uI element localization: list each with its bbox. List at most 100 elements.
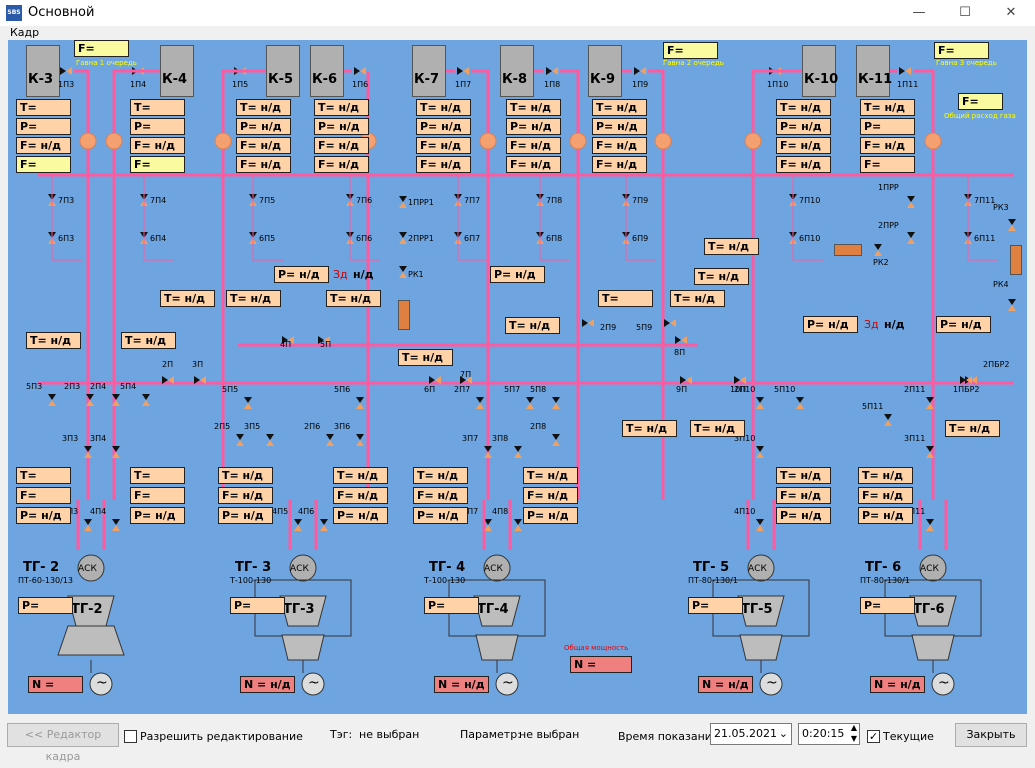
valve-icon[interactable] — [756, 397, 764, 409]
valve-icon[interactable] — [60, 67, 72, 75]
valve-icon[interactable] — [552, 434, 560, 446]
param-box[interactable]: F= н/д — [236, 137, 291, 154]
turbine-param-box[interactable]: F= н/д — [523, 487, 578, 504]
date-picker[interactable]: 21.05.2021 ⌄ — [710, 723, 792, 745]
turbine-param-box[interactable]: F= н/д — [413, 487, 468, 504]
turbine-param-box[interactable]: T= — [130, 467, 185, 484]
header-param-box[interactable]: T= н/д — [121, 332, 176, 349]
header-param-box[interactable]: T= н/д — [398, 349, 453, 366]
valve-icon[interactable] — [354, 67, 366, 75]
turbine-param-box[interactable]: F= н/д — [776, 487, 831, 504]
actuator-rk2[interactable] — [834, 244, 862, 256]
header-param-box[interactable]: T= н/д — [704, 238, 759, 255]
turbine-param-box[interactable]: T= н/д — [776, 467, 831, 484]
valve-icon[interactable] — [399, 196, 407, 208]
valve-icon[interactable] — [907, 196, 915, 208]
header-param-box[interactable]: T= н/д — [690, 420, 745, 437]
valve-icon[interactable] — [399, 266, 407, 278]
param-box[interactable]: F= н/д — [314, 156, 369, 173]
param-box[interactable]: F= н/д — [860, 137, 915, 154]
param-box[interactable]: T= — [16, 99, 71, 116]
valve-icon[interactable] — [320, 519, 328, 531]
header-param-box[interactable]: T= н/д — [160, 290, 215, 307]
param-box[interactable]: F= — [130, 156, 185, 173]
turbine-param-box[interactable]: F= н/д — [858, 487, 913, 504]
header-param-box[interactable]: T= — [598, 290, 653, 307]
valve-icon[interactable] — [266, 434, 274, 446]
param-box[interactable]: F= н/д — [506, 156, 561, 173]
current-checkbox[interactable]: ✓ — [867, 730, 880, 743]
param-box[interactable]: F= н/д — [776, 156, 831, 173]
total-power-box[interactable]: N = — [570, 656, 632, 673]
actuator-rk3[interactable] — [1010, 245, 1022, 275]
valve-icon[interactable] — [48, 394, 56, 406]
turbine-param-box[interactable]: F= н/д — [333, 487, 388, 504]
param-box[interactable]: F= н/д — [592, 137, 647, 154]
flow-box-4[interactable]: F= — [958, 93, 1003, 110]
param-box[interactable]: T= н/д — [860, 99, 915, 116]
turbine-pressure-box[interactable]: P= — [18, 597, 73, 614]
valve-icon[interactable] — [356, 397, 364, 409]
valve-icon[interactable] — [926, 519, 934, 531]
flow-box-1[interactable]: F= — [74, 40, 129, 57]
param-box[interactable]: T= н/д — [314, 99, 369, 116]
actuator-rk1[interactable] — [398, 300, 410, 330]
header-param-box[interactable]: T= н/д — [226, 290, 281, 307]
valve-icon[interactable] — [796, 397, 804, 409]
flow-box-2[interactable]: F= — [663, 42, 718, 59]
turbine-pressure-box[interactable]: P= — [424, 597, 479, 614]
allow-edit-checkbox[interactable] — [124, 730, 137, 743]
valve-icon[interactable] — [546, 67, 558, 75]
turbine-param-box[interactable]: P= н/д — [218, 507, 273, 524]
valve-icon[interactable] — [899, 67, 911, 75]
param-box[interactable]: T= н/д — [776, 99, 831, 116]
valve-icon[interactable] — [1008, 299, 1016, 311]
header-param-box[interactable]: T= н/д — [622, 420, 677, 437]
valve-icon[interactable] — [514, 446, 522, 458]
valve-icon[interactable] — [675, 336, 687, 344]
param-box[interactable]: F= — [860, 156, 915, 173]
turbine-param-box[interactable]: T= н/д — [523, 467, 578, 484]
header-param-box[interactable]: P= н/д — [803, 316, 858, 333]
valve-icon[interactable] — [356, 434, 364, 446]
maximize-button[interactable]: ☐ — [942, 0, 988, 26]
power-box[interactable]: N = н/д — [698, 676, 753, 693]
turbine-param-box[interactable]: P= н/д — [858, 507, 913, 524]
valve-icon[interactable] — [907, 232, 915, 244]
valve-icon[interactable] — [874, 244, 882, 256]
header-param-box[interactable]: P= н/д — [936, 316, 991, 333]
param-box[interactable]: F= н/д — [416, 156, 471, 173]
header-param-box[interactable]: T= н/д — [505, 317, 560, 334]
valve-icon[interactable] — [756, 446, 764, 458]
valve-icon[interactable] — [84, 519, 92, 531]
menu-item-kadr[interactable]: Кадр — [10, 26, 39, 39]
param-box[interactable]: F= н/д — [236, 156, 291, 173]
param-box[interactable]: F= н/д — [314, 137, 369, 154]
turbine-pressure-box[interactable]: P= — [688, 597, 743, 614]
param-box[interactable]: T= н/д — [506, 99, 561, 116]
header-param-box[interactable]: T= н/д — [670, 290, 725, 307]
param-box[interactable]: P= — [860, 118, 915, 135]
turbine-param-box[interactable]: F= — [16, 487, 71, 504]
boiler-10[interactable] — [802, 45, 836, 97]
turbine-param-box[interactable]: T= н/д — [333, 467, 388, 484]
boiler-7[interactable] — [412, 45, 446, 97]
valve-icon[interactable] — [294, 519, 302, 531]
param-box[interactable]: T= н/д — [236, 99, 291, 116]
param-box[interactable]: F= н/д — [130, 137, 185, 154]
header-param-box[interactable]: T= н/д — [694, 268, 749, 285]
param-box[interactable]: T= н/д — [592, 99, 647, 116]
valve-icon[interactable] — [582, 319, 594, 327]
valve-icon[interactable] — [142, 394, 150, 406]
header-param-box[interactable]: T= н/д — [26, 332, 81, 349]
param-box[interactable]: P= — [130, 118, 185, 135]
valve-icon[interactable] — [514, 519, 522, 531]
param-box[interactable]: P= н/д — [506, 118, 561, 135]
param-box[interactable]: F= — [16, 156, 71, 173]
param-box[interactable]: F= н/д — [416, 137, 471, 154]
turbine-param-box[interactable]: P= н/д — [16, 507, 71, 524]
param-box[interactable]: P= н/д — [236, 118, 291, 135]
valve-icon[interactable] — [326, 434, 334, 446]
param-box[interactable]: P= — [16, 118, 71, 135]
boiler-3[interactable] — [26, 45, 60, 97]
